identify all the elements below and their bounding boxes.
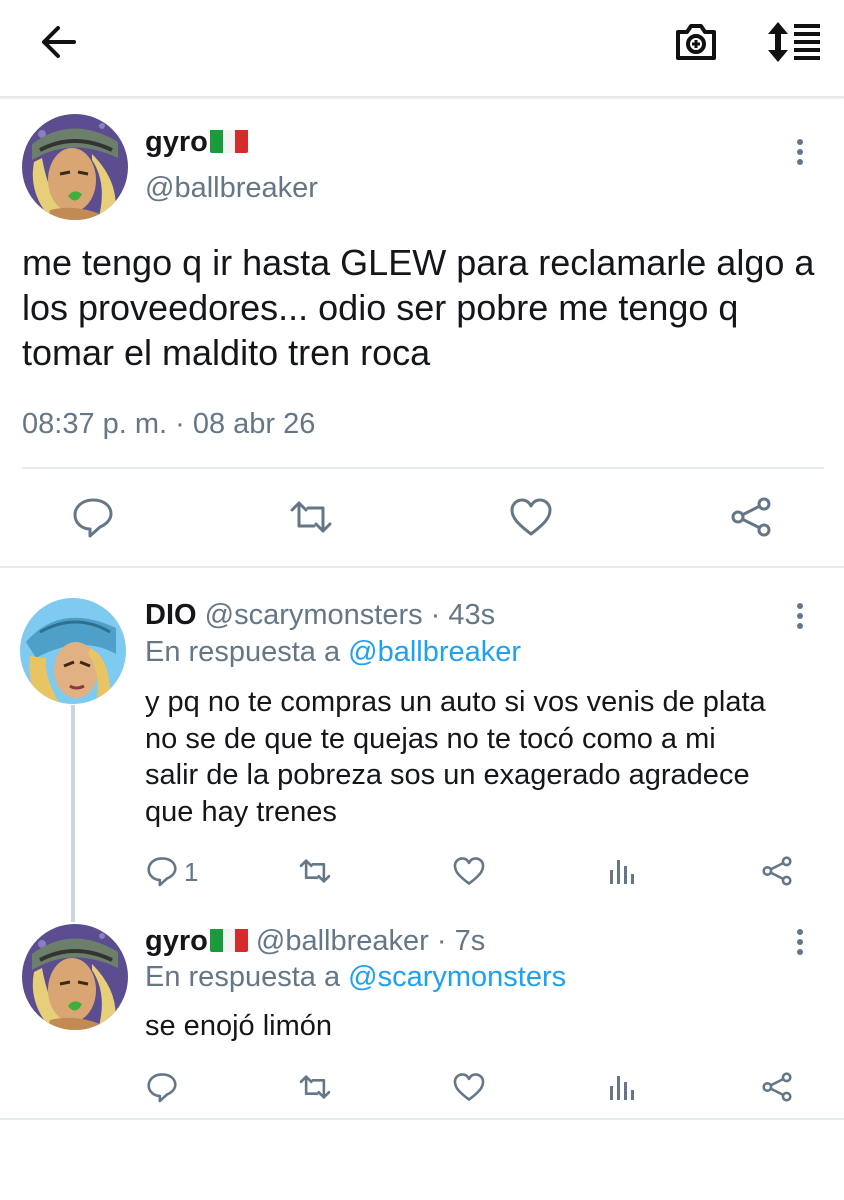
reply-context: En respuesta a @scarymonsters (145, 961, 567, 993)
tweet-author-name[interactable]: gyro (145, 126, 248, 159)
reply-author-line[interactable]: DIO @scarymonsters · 43s (145, 599, 495, 632)
add-photo-icon[interactable] (672, 18, 720, 66)
reply-icon[interactable] (70, 494, 116, 540)
reply-age: · 7s (436, 925, 486, 957)
retweet-icon[interactable] (288, 494, 334, 540)
section-divider (0, 1118, 844, 1120)
tweet-author-handle[interactable]: @ballbreaker (145, 172, 318, 205)
mention-link[interactable]: @scarymonsters (348, 961, 566, 993)
analytics-icon[interactable] (606, 854, 640, 888)
reply-text: se enojó limón (145, 1010, 332, 1042)
analytics-icon[interactable] (606, 1070, 640, 1104)
sort-icon[interactable] (764, 18, 824, 66)
avatar-gyro[interactable] (22, 114, 128, 220)
reply-icon[interactable] (145, 1070, 179, 1104)
like-icon[interactable] (508, 494, 554, 540)
reply-author-line[interactable]: gyro @ballbreaker · 7s (145, 925, 485, 958)
mention-link[interactable]: @ballbreaker (348, 636, 521, 668)
section-divider (0, 566, 844, 568)
arrow-left-icon[interactable] (38, 22, 78, 62)
like-icon[interactable] (452, 854, 486, 888)
avatar-gyro[interactable] (22, 924, 128, 1030)
retweet-icon[interactable] (298, 854, 332, 888)
avatar-dio[interactable] (20, 598, 126, 704)
italy-flag-icon (209, 129, 248, 153)
tweet-timestamp: 08:37 p. m. · 08 abr 26 (22, 408, 316, 440)
share-icon[interactable] (760, 1070, 794, 1104)
reply-author-handle[interactable]: @ballbreaker (256, 925, 429, 957)
like-icon[interactable] (452, 1070, 486, 1104)
tweet-text: me tengo q ir hasta GLEW para reclamarle… (22, 242, 815, 373)
top-app-bar (0, 0, 844, 98)
reply-context: En respuesta a @ballbreaker (145, 636, 522, 668)
reply-icon[interactable] (145, 854, 179, 888)
reply-author-handle[interactable]: @scarymonsters (205, 599, 423, 631)
reply-count: 1 (184, 857, 199, 887)
share-icon[interactable] (760, 854, 794, 888)
more-options-icon[interactable] (790, 926, 810, 960)
reply-age: · 43s (430, 599, 496, 631)
reply-text: y pq no te compras un auto si vos venis … (145, 686, 766, 828)
retweet-icon[interactable] (298, 1070, 332, 1104)
thread-line (71, 705, 75, 922)
share-icon[interactable] (728, 494, 774, 540)
italy-flag-icon (209, 928, 248, 952)
more-options-icon[interactable] (790, 600, 810, 634)
more-options-icon[interactable] (790, 136, 810, 170)
divider (22, 467, 824, 469)
